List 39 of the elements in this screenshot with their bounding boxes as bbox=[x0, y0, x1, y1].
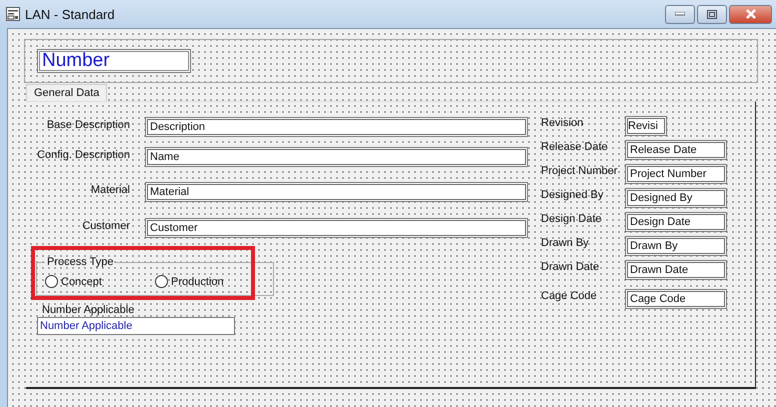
text-field[interactable]: Designed By bbox=[625, 188, 727, 208]
form-icon bbox=[6, 7, 20, 21]
field-label: Designed By bbox=[541, 188, 604, 201]
field-label: Drawn Date bbox=[541, 260, 600, 273]
text-field[interactable]: Description bbox=[145, 117, 528, 137]
tab[interactable]: General Data bbox=[26, 84, 108, 101]
text-field[interactable]: Material bbox=[145, 182, 528, 202]
field-label: Project Number bbox=[541, 164, 618, 177]
field-label: Design Date bbox=[541, 212, 603, 225]
field-label: Drawn By bbox=[541, 236, 590, 249]
close-button[interactable] bbox=[729, 4, 772, 24]
group-title: Process Type bbox=[46, 256, 114, 268]
text-field[interactable]: Drawn By bbox=[625, 236, 727, 256]
field-label: Release Date bbox=[541, 140, 609, 153]
close-icon bbox=[744, 9, 756, 19]
radio-option[interactable]: Production bbox=[155, 268, 265, 295]
field-label: Base Description bbox=[46, 118, 130, 131]
radio-option[interactable]: Concept bbox=[45, 268, 155, 295]
text-field[interactable]: Cage Code bbox=[625, 289, 727, 309]
text-field[interactable]: Drawn Date bbox=[625, 260, 727, 280]
field-label: Revision bbox=[541, 116, 584, 129]
text-field[interactable]: Customer bbox=[145, 218, 528, 238]
maximize-button[interactable] bbox=[697, 4, 727, 24]
minimize-button[interactable] bbox=[665, 4, 695, 24]
text-field[interactable]: Number Applicable bbox=[37, 317, 235, 335]
field-label: Customer bbox=[81, 219, 130, 232]
number-field[interactable]: Number bbox=[37, 49, 191, 73]
minimize-icon bbox=[675, 12, 685, 16]
text-field[interactable]: Release Date bbox=[625, 140, 727, 160]
text-field[interactable]: Design Date bbox=[625, 212, 727, 232]
field-label: Number Applicable bbox=[42, 304, 134, 316]
text-field[interactable]: Revisi bbox=[625, 116, 667, 136]
text-field[interactable]: Project Number bbox=[625, 164, 727, 184]
text-field[interactable]: Name bbox=[145, 147, 528, 167]
field-label: Material bbox=[90, 183, 130, 196]
maximize-icon bbox=[707, 10, 717, 18]
field-label: Cage Code bbox=[541, 289, 598, 302]
window-title: LAN - Standard bbox=[25, 6, 116, 22]
field-label: Config. Description bbox=[36, 148, 130, 161]
